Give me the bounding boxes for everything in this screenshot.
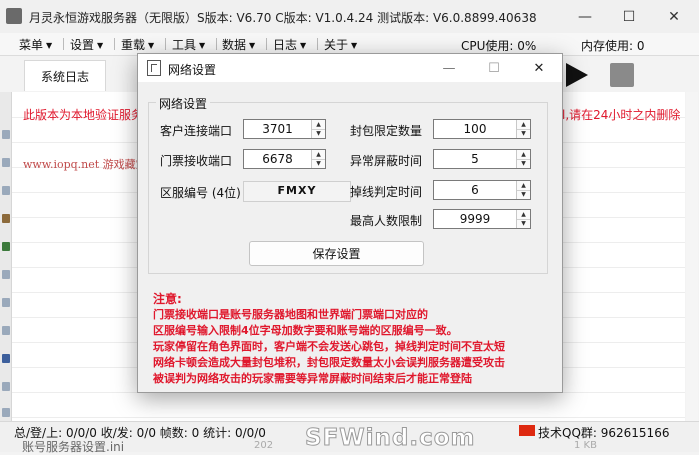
dialog-minimize-button[interactable]: — xyxy=(429,54,469,82)
log-notice: 此版本为本地验证服务 xyxy=(23,108,144,122)
list-item xyxy=(12,392,685,418)
note-line: 门票接收端口是账号服务器地图和世界端门票端口对应的 xyxy=(153,308,428,321)
menu-separator xyxy=(63,38,64,50)
stop-icon[interactable] xyxy=(610,63,634,87)
note-title: 注意: xyxy=(153,292,182,306)
block-time-spinner[interactable]: 5 ▲ ▼ xyxy=(433,149,531,169)
packet-limit-label: 封包限定数量 xyxy=(350,124,423,138)
start-icon[interactable] xyxy=(566,63,588,87)
note-line: 网络卡顿会造成大量封包堆积，封包限定数量太小会误判服务器遭受攻击 xyxy=(153,356,505,369)
note-line: 区服编号输入限制4位字母加数字要和账号端的区服编号一致。 xyxy=(153,324,458,337)
status-date-partial: 202 xyxy=(254,440,274,451)
file-icon xyxy=(2,408,10,417)
menu-separator xyxy=(266,38,267,50)
log-site-text: www.iopq.net 游戏藏宝 xyxy=(23,158,147,171)
spin-down-icon: ▼ xyxy=(521,130,526,137)
file-icon xyxy=(2,298,10,307)
dialog-maximize-button[interactable]: ☐ xyxy=(474,54,514,82)
max-players-spinner[interactable]: 9999 ▲ ▼ xyxy=(433,209,531,229)
client-port-spinner[interactable]: 3701 ▲ ▼ xyxy=(243,119,326,139)
menu-separator xyxy=(216,38,217,50)
file-icon xyxy=(2,214,10,223)
menu-about[interactable]: 关于 ▼ xyxy=(324,36,357,53)
menu-reload[interactable]: 重载 ▼ xyxy=(121,36,154,53)
save-settings-button[interactable]: 保存设置 xyxy=(249,241,424,266)
menu-separator xyxy=(114,38,115,50)
watermark: SFWind.com xyxy=(305,425,476,452)
file-icon xyxy=(2,186,10,195)
ticket-port-label: 门票接收端口 xyxy=(160,154,233,168)
packet-limit-spinner[interactable]: 100 ▲ ▼ xyxy=(433,119,531,139)
qq-group: 技术QQ群: 962615166 xyxy=(538,426,670,440)
menu-separator xyxy=(317,38,318,50)
menu-separator xyxy=(165,38,166,50)
menu-data[interactable]: 数据 ▼ xyxy=(222,36,255,53)
client-port-label: 客户连接端口 xyxy=(160,124,233,138)
status-size: 1 KB xyxy=(574,440,597,451)
file-icon xyxy=(2,326,10,335)
log-notice-tail: l,请在24小时之内删除 xyxy=(562,108,681,122)
file-icon xyxy=(2,270,10,279)
dialog-close-button[interactable]: ✕ xyxy=(519,54,559,82)
menu-log[interactable]: 日志 ▼ xyxy=(273,36,306,53)
close-button[interactable]: ✕ xyxy=(651,0,697,33)
menu-main[interactable]: 菜单 ▼ xyxy=(19,36,52,53)
spin-down-icon: ▼ xyxy=(316,130,321,137)
menu-tools[interactable]: 工具 ▼ xyxy=(172,36,205,53)
spin-down-icon: ▼ xyxy=(521,160,526,167)
spin-down-icon: ▼ xyxy=(316,160,321,167)
settings-window-icon xyxy=(147,60,161,76)
tab-system-log[interactable]: 系统日志 xyxy=(24,60,106,91)
file-icon xyxy=(2,158,10,167)
note-line: 玩家停留在角色界面时，客户端不会发送心跳包，掉线判定时间不宜太短 xyxy=(153,340,505,353)
max-players-label: 最高人数限制 xyxy=(350,214,423,228)
file-icon xyxy=(2,242,10,251)
file-icon xyxy=(2,354,10,363)
minimize-button[interactable]: — xyxy=(562,0,608,33)
vertical-scrollbar[interactable] xyxy=(686,92,698,421)
cpu-usage: CPU使用: 0% xyxy=(461,39,537,53)
memory-usage: 内存使用: 0 xyxy=(581,39,645,53)
zone-code-field[interactable]: FMXY xyxy=(243,181,351,202)
window-title: 月灵永恒游戏服务器（无限版）S版本: V6.70 C版本: V1.0.4.24 … xyxy=(29,11,537,25)
left-icon-strip xyxy=(0,92,12,421)
ticket-port-spinner[interactable]: 6678 ▲ ▼ xyxy=(243,149,326,169)
spin-down-icon: ▼ xyxy=(521,220,526,227)
status-file: 账号服务器设置.ini xyxy=(22,440,125,454)
spin-down-icon: ▼ xyxy=(521,191,526,198)
menu-settings[interactable]: 设置 ▼ xyxy=(70,36,103,53)
file-icon xyxy=(2,382,10,391)
disconnect-time-label: 掉线判定时间 xyxy=(350,185,423,199)
network-settings-dialog: 网络设置 — ☐ ✕ 网络设置 客户连接端口 3701 ▲ ▼ 门票接收端口 66… xyxy=(137,53,563,393)
disconnect-time-spinner[interactable]: 6 ▲ ▼ xyxy=(433,180,531,200)
file-icon xyxy=(2,130,10,139)
china-flag-icon xyxy=(519,425,535,436)
maximize-button[interactable]: ☐ xyxy=(606,0,652,33)
note-line: 被误判为网络攻击的玩家需要等异常屏蔽时间结束后才能正常登陆 xyxy=(153,372,472,385)
app-icon xyxy=(6,8,22,24)
zone-code-label: 区服编号 (4位) xyxy=(160,186,241,200)
dialog-title: 网络设置 xyxy=(168,63,217,77)
block-time-label: 异常屏蔽时间 xyxy=(350,154,423,168)
group-label: 网络设置 xyxy=(156,95,211,112)
